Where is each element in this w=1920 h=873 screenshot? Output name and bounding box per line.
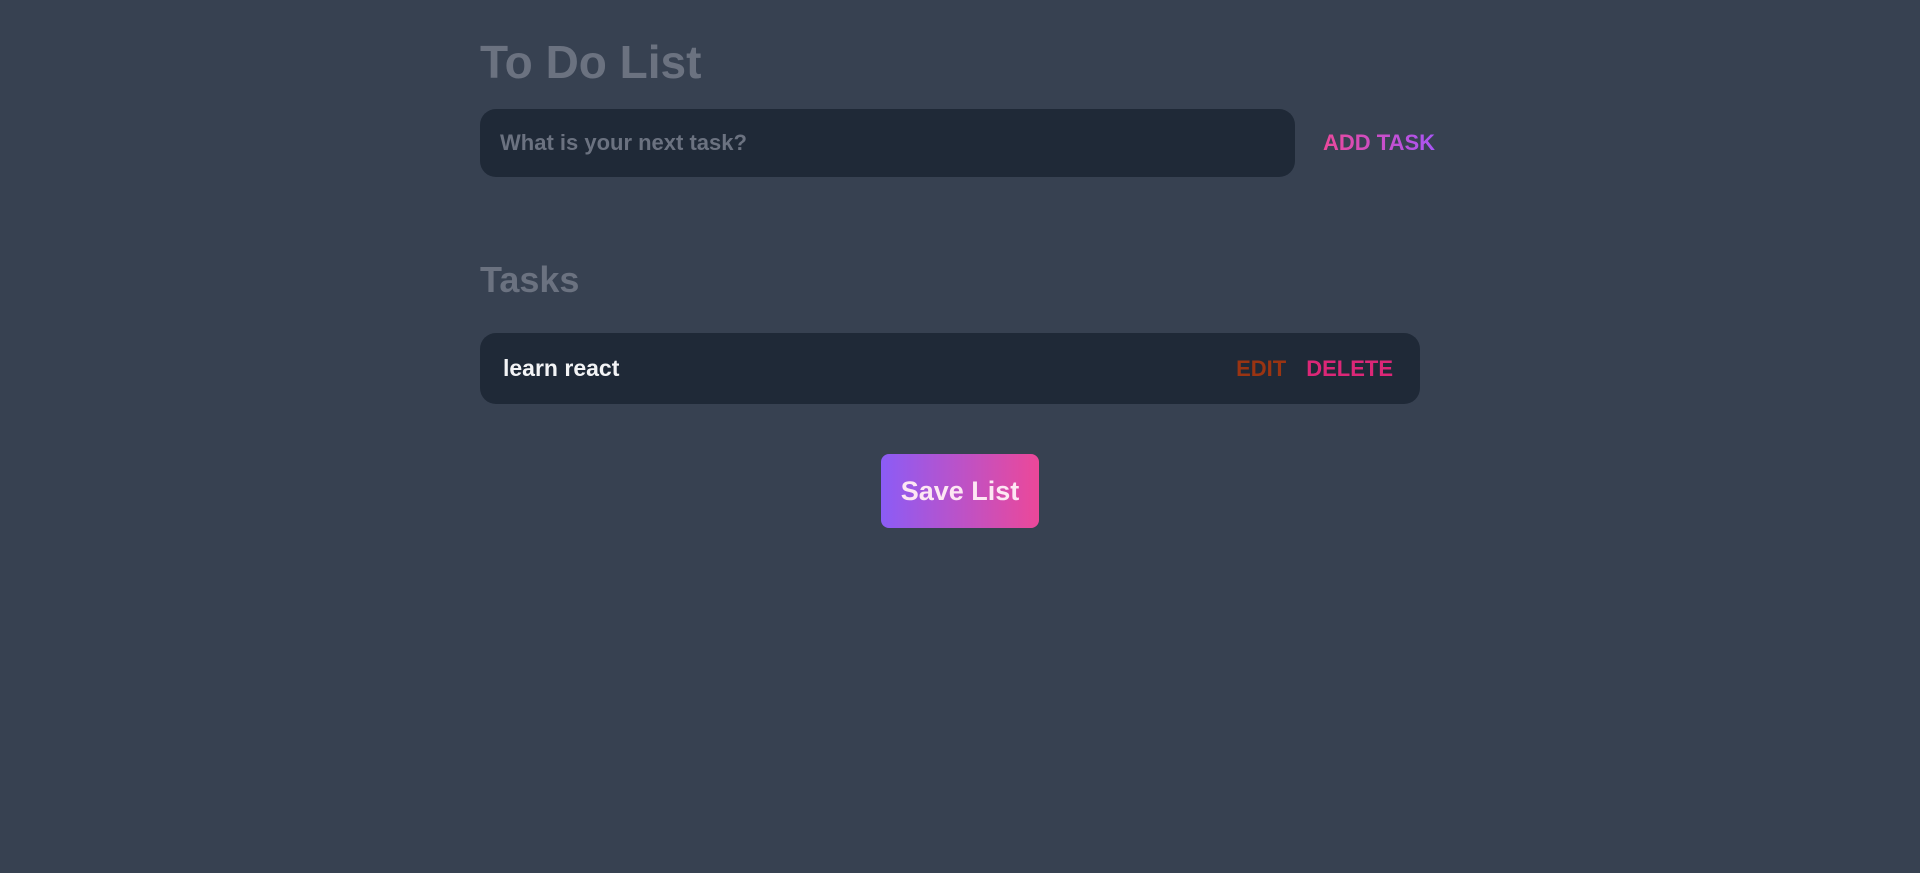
add-task-button[interactable]: ADD TASK [1321,109,1437,177]
task-actions: EDIT DELETE [1236,333,1393,404]
save-list-button[interactable]: Save List [881,454,1039,528]
tasks-heading: Tasks [480,259,580,300]
edit-task-button[interactable]: EDIT [1236,356,1286,382]
task-text: learn react [503,355,620,381]
delete-task-button[interactable]: DELETE [1306,356,1393,382]
new-task-input[interactable] [480,109,1295,177]
task-list: learn react EDIT DELETE [480,333,1420,404]
page-title: To Do List [480,36,702,88]
task-item: learn react EDIT DELETE [480,333,1420,404]
